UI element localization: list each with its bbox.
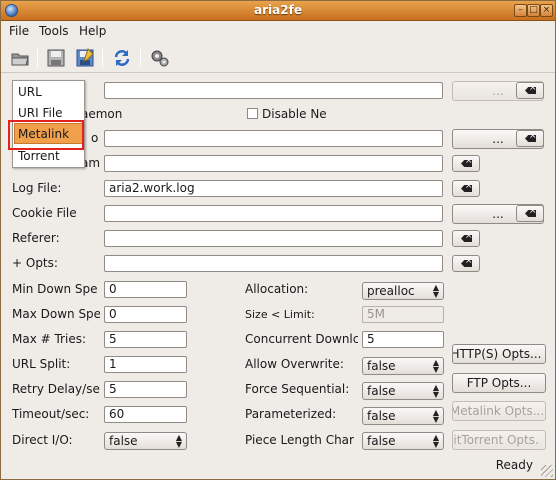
max-tries-label: Max # Tries: bbox=[12, 332, 87, 346]
dropdown-item-url[interactable]: URL bbox=[18, 85, 42, 99]
updown-arrow-icon: ▲ ▼ bbox=[432, 383, 439, 399]
ftp-opts-button[interactable]: FTP Opts... bbox=[452, 373, 546, 393]
highlight-box bbox=[8, 120, 84, 150]
http-opts-button[interactable]: HTTP(S) Opts... bbox=[452, 344, 546, 364]
min-down-speed-input[interactable]: 0 bbox=[104, 281, 187, 298]
concurrent-downloads-input[interactable]: 5 bbox=[362, 331, 444, 348]
piece-length-select[interactable]: false ▲ ▼ bbox=[362, 432, 444, 450]
referer-input[interactable] bbox=[104, 230, 443, 247]
url-split-label: URL Split: bbox=[12, 357, 71, 371]
close-button[interactable]: × bbox=[540, 4, 553, 17]
status-label: Ready bbox=[495, 458, 533, 472]
settings-icon[interactable] bbox=[149, 48, 171, 68]
toolbar-separator bbox=[102, 49, 103, 67]
size-limit-label: Size < Limit: bbox=[245, 308, 315, 321]
disable-label: Disable Ne bbox=[262, 107, 326, 121]
dropdown-item-torrent[interactable]: Torrent bbox=[18, 149, 60, 163]
updown-arrow-icon: ▲ ▼ bbox=[432, 283, 439, 299]
piece-length-label: Piece Length Char bbox=[245, 433, 354, 447]
maximize-button[interactable]: □ bbox=[527, 4, 540, 17]
direct-io-label: Direct I/O: bbox=[12, 433, 73, 447]
clear-icon[interactable] bbox=[452, 255, 480, 272]
bittorrent-opts-button[interactable]: BitTorrent Opts. bbox=[452, 430, 546, 450]
min-down-speed-label: Min Down Spe bbox=[12, 282, 98, 296]
allow-overwrite-label: Allow Overwrite: bbox=[245, 357, 344, 371]
allow-overwrite-value: false bbox=[367, 359, 396, 373]
opts-input[interactable] bbox=[104, 255, 443, 272]
concurrent-downloads-label: Concurrent Downlc bbox=[245, 332, 358, 346]
url-split-input[interactable]: 1 bbox=[104, 356, 187, 373]
menubar: File Tools Help bbox=[1, 22, 555, 42]
force-sequential-select[interactable]: false ▲ ▼ bbox=[362, 382, 444, 400]
refresh-icon[interactable] bbox=[111, 48, 133, 68]
force-sequential-label: Force Sequential: bbox=[245, 382, 350, 396]
metalink-opts-button[interactable]: Metalink Opts... bbox=[452, 401, 546, 421]
clear-icon[interactable] bbox=[516, 130, 544, 147]
parameterized-select[interactable]: false ▲ ▼ bbox=[362, 407, 444, 425]
disable-checkbox[interactable] bbox=[247, 108, 258, 119]
toolbar bbox=[1, 43, 555, 73]
allocation-value: prealloc bbox=[367, 284, 415, 298]
max-down-speed-input[interactable]: 0 bbox=[104, 306, 187, 323]
log-file-input[interactable]: aria2.work.log bbox=[104, 180, 443, 197]
main-window: aria2fe – □ × File Tools Help ... aemon bbox=[0, 0, 556, 480]
menu-tools[interactable]: Tools bbox=[39, 24, 69, 38]
parameterized-value: false bbox=[367, 409, 396, 423]
timeout-label: Timeout/sec: bbox=[12, 407, 90, 421]
size-limit-input[interactable]: 5M bbox=[362, 306, 444, 323]
clear-icon[interactable] bbox=[452, 180, 480, 197]
clear-icon[interactable] bbox=[516, 205, 544, 222]
window-title: aria2fe bbox=[254, 3, 302, 17]
piece-length-value: false bbox=[367, 434, 396, 448]
url-input[interactable] bbox=[104, 82, 443, 99]
updown-arrow-icon: ▲ ▼ bbox=[432, 408, 439, 424]
save-icon[interactable] bbox=[45, 48, 67, 68]
updown-arrow-icon: ▲ ▼ bbox=[175, 433, 182, 449]
referer-label: Referer: bbox=[12, 231, 60, 245]
dropdown-item-uri-file[interactable]: URI File bbox=[18, 106, 63, 120]
toolbar-separator bbox=[140, 49, 141, 67]
daemon-label: aemon bbox=[81, 107, 123, 121]
allocation-label: Allocation: bbox=[245, 282, 309, 296]
log-file-label: Log File: bbox=[12, 181, 62, 195]
allocation-select[interactable]: prealloc ▲ ▼ bbox=[362, 282, 444, 300]
open-icon[interactable] bbox=[9, 48, 31, 68]
partial-label: o bbox=[91, 131, 99, 145]
timeout-input[interactable]: 60 bbox=[104, 406, 187, 423]
direct-io-select[interactable]: false ▲ ▼ bbox=[104, 432, 187, 450]
minimize-button[interactable]: – bbox=[514, 4, 527, 17]
allow-overwrite-select[interactable]: false ▲ ▼ bbox=[362, 357, 444, 375]
cookie-file-input[interactable] bbox=[104, 205, 443, 222]
clear-icon[interactable] bbox=[452, 230, 480, 247]
parameterized-label: Parameterized: bbox=[245, 407, 337, 421]
updown-arrow-icon: ▲ ▼ bbox=[432, 433, 439, 449]
retry-delay-input[interactable]: 5 bbox=[104, 381, 187, 398]
title-bar: aria2fe – □ × bbox=[1, 1, 555, 21]
dir-input[interactable] bbox=[104, 155, 443, 172]
opts-label: + Opts: bbox=[12, 256, 58, 270]
updown-arrow-icon: ▲ ▼ bbox=[432, 358, 439, 374]
cookie-file-label: Cookie File bbox=[12, 206, 77, 220]
max-tries-input[interactable]: 5 bbox=[104, 331, 187, 348]
menu-help[interactable]: Help bbox=[79, 24, 106, 38]
file-input[interactable] bbox=[104, 130, 443, 147]
save-as-icon[interactable] bbox=[74, 48, 96, 68]
max-down-speed-label: Max Down Spe bbox=[12, 307, 100, 321]
menu-file[interactable]: File bbox=[9, 24, 29, 38]
clear-icon[interactable] bbox=[516, 82, 544, 99]
clear-icon[interactable] bbox=[452, 155, 480, 172]
force-sequential-value: false bbox=[367, 384, 396, 398]
retry-delay-label: Retry Delay/se bbox=[12, 382, 100, 396]
direct-io-value: false bbox=[109, 434, 138, 448]
toolbar-separator bbox=[37, 49, 38, 67]
resize-grip[interactable] bbox=[541, 465, 553, 477]
